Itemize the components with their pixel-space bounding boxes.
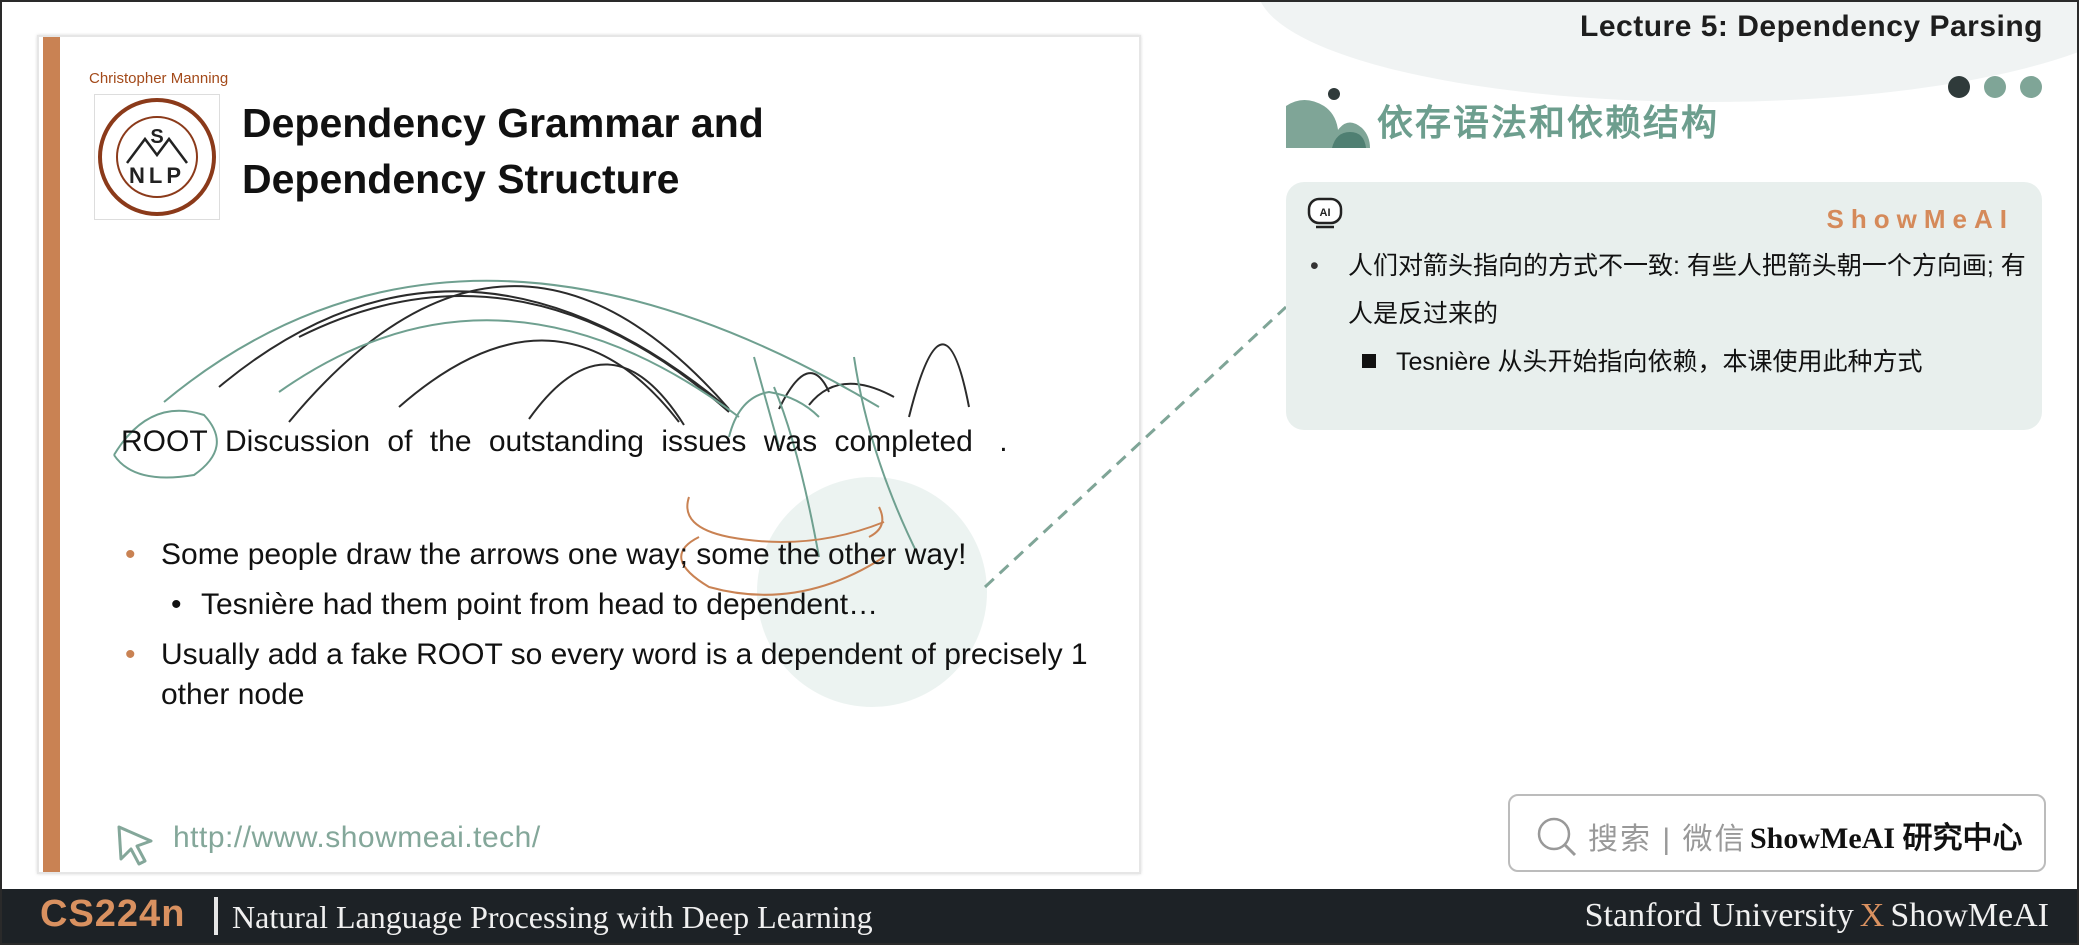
footer-university: Stanford University xyxy=(1584,897,1854,934)
footer-showmeai: ShowMeAI xyxy=(1890,897,2049,934)
wechat-search-box[interactable]: 搜索 | 微信 ShowMeAI 研究中心 xyxy=(1508,794,2046,872)
footer-x: X xyxy=(1859,897,1885,934)
notes-bullet: 人们对箭头指向的方式不一致: 有些人把箭头朝一个方向画; 有人是反过来的 xyxy=(1306,242,2026,338)
course-name: Natural Language Processing with Deep Le… xyxy=(232,899,873,935)
showmeai-brand: ShowMeAI xyxy=(1826,204,2014,234)
svg-text:AI: AI xyxy=(1320,207,1331,219)
notes-sub-bullet: Tesnière 从头开始指向依赖，本课使用此种方式 xyxy=(1306,338,2026,386)
notes-card: AI ShowMeAI 人们对箭头指向的方式不一致: 有些人把箭头朝一个方向画;… xyxy=(1286,182,2042,430)
search-brand: ShowMeAI 研究中心 xyxy=(1750,822,2023,855)
section-shape-icon xyxy=(1286,88,1370,148)
notes-bullets: 人们对箭头指向的方式不一致: 有些人把箭头朝一个方向画; 有人是反过来的 Tes… xyxy=(1306,242,2026,386)
footer-bar: CS224n Natural Language Processing with … xyxy=(2,889,2077,943)
lecture-frame: Lecture 5: Dependency Parsing Christophe… xyxy=(0,0,2079,945)
footer-credits: Stanford University X ShowMeAI xyxy=(1585,897,2049,935)
search-icon xyxy=(1537,817,1577,857)
notes-heading: 依存语法和依赖结构 xyxy=(1377,102,1720,143)
robot-icon: AI xyxy=(1307,197,1343,229)
footer-divider xyxy=(214,897,218,935)
search-label: 搜索 | 微信 xyxy=(1588,823,1747,856)
course-code: CS224n xyxy=(40,893,186,935)
